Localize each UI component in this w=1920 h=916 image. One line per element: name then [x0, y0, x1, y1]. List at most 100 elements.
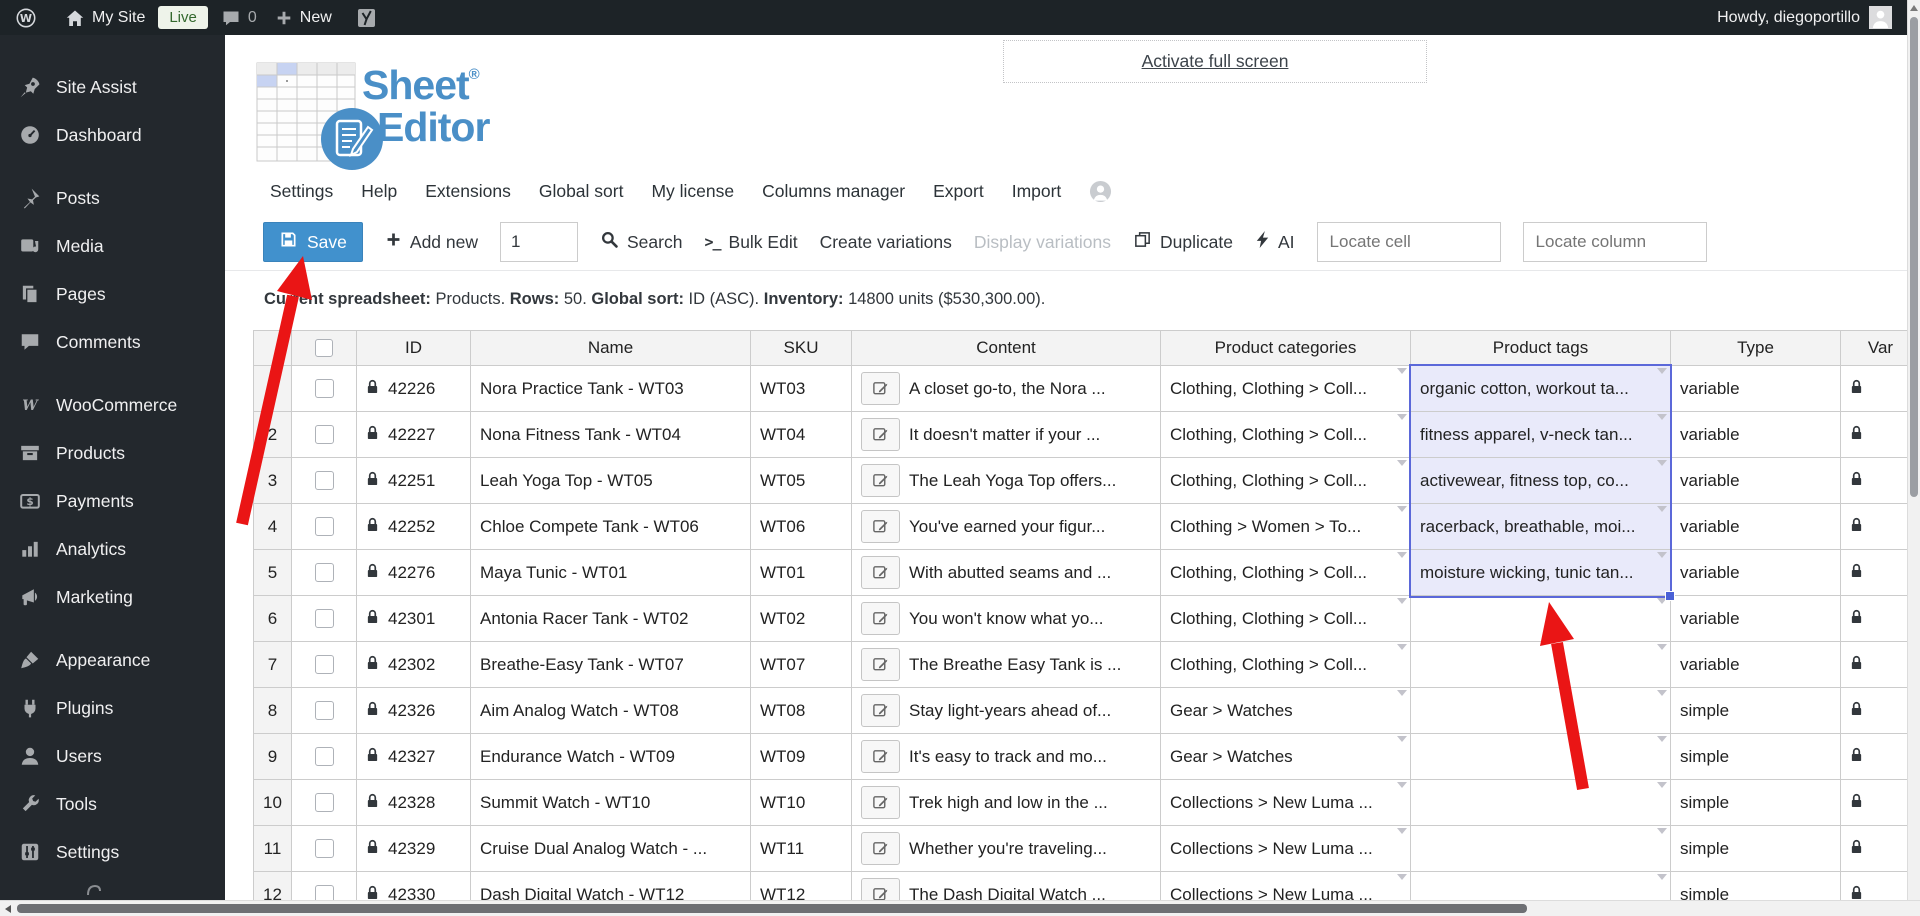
cell-name[interactable]: Endurance Watch - WT09 — [470, 733, 751, 780]
ai-button[interactable]: AI — [1255, 230, 1295, 254]
dropdown-arrow-icon[interactable] — [1657, 368, 1667, 374]
dropdown-arrow-icon[interactable] — [1397, 690, 1407, 696]
edit-content-button[interactable] — [861, 694, 900, 727]
horizontal-scrollbar[interactable] — [0, 900, 1920, 916]
cell-name[interactable]: Leah Yoga Top - WT05 — [470, 457, 751, 504]
cell-sku[interactable]: WT10 — [750, 779, 852, 826]
cell-content[interactable]: It doesn't matter if your ... — [851, 411, 1161, 458]
row-number[interactable]: 11 — [253, 825, 292, 872]
sidebar-item-products[interactable]: Products — [0, 429, 225, 477]
edit-content-button[interactable] — [861, 372, 900, 405]
dropdown-arrow-icon[interactable] — [1397, 368, 1407, 374]
cell-name[interactable]: Maya Tunic - WT01 — [470, 549, 751, 596]
row-checkbox[interactable] — [314, 517, 334, 536]
row-number[interactable]: 3 — [253, 457, 292, 504]
bulk-edit-button[interactable]: >_ Bulk Edit — [704, 232, 797, 253]
dropdown-arrow-icon[interactable] — [1657, 460, 1667, 466]
cell-id[interactable]: 42328 — [356, 779, 471, 826]
row-number[interactable]: 9 — [253, 733, 292, 780]
cell-type[interactable]: variable — [1670, 641, 1841, 688]
sidebar-item-plugins[interactable]: Plugins — [0, 684, 225, 732]
row-checkbox[interactable] — [314, 471, 334, 490]
dropdown-arrow-icon[interactable] — [1657, 598, 1667, 604]
sidebar-item-woocommerce[interactable]: W WooCommerce — [0, 381, 225, 429]
cell-tags[interactable]: organic cotton, workout ta... — [1410, 365, 1671, 412]
column-header-id[interactable]: ID — [356, 330, 471, 366]
collapse-menu-icon[interactable] — [86, 882, 102, 900]
new-menu[interactable]: New — [266, 0, 341, 35]
cell-sku[interactable]: WT05 — [750, 457, 852, 504]
row-number[interactable]: 7 — [253, 641, 292, 688]
cell-tags[interactable] — [1410, 595, 1671, 642]
sidebar-item-pages[interactable]: Pages — [0, 270, 225, 318]
account-menu[interactable]: Howdy, diegoportillo — [1717, 6, 1920, 29]
corner-header[interactable] — [253, 330, 292, 366]
sidebar-item-tools[interactable]: Tools — [0, 780, 225, 828]
plugin-menu-item-my-license[interactable]: My license — [651, 181, 734, 202]
cell-tags[interactable]: activewear, fitness top, co... — [1410, 457, 1671, 504]
edit-content-button[interactable] — [861, 648, 900, 681]
cell-content[interactable]: The Breathe Easy Tank is ... — [851, 641, 1161, 688]
cell-categories[interactable]: Collections > New Luma ... — [1160, 779, 1411, 826]
column-header-type[interactable]: Type — [1670, 330, 1841, 366]
cell-categories[interactable]: Gear > Watches — [1160, 733, 1411, 780]
row-number[interactable]: 2 — [253, 411, 292, 458]
locate-column-input[interactable] — [1522, 222, 1707, 262]
vertical-scrollbar-thumb[interactable] — [1910, 17, 1918, 497]
row-checkbox[interactable] — [314, 839, 334, 858]
cell-name[interactable]: Cruise Dual Analog Watch - ... — [470, 825, 751, 872]
horizontal-scrollbar-thumb[interactable] — [17, 904, 1527, 913]
cell-tags[interactable] — [1410, 779, 1671, 826]
sidebar-item-posts[interactable]: Posts — [0, 174, 225, 222]
cell-content[interactable]: You've earned your figur... — [851, 503, 1161, 550]
cell-tags[interactable]: fitness apparel, v-neck tan... — [1410, 411, 1671, 458]
cell-tags[interactable] — [1410, 641, 1671, 688]
cell-content[interactable]: Stay light-years ahead of... — [851, 687, 1161, 734]
edit-content-button[interactable] — [861, 832, 900, 865]
dropdown-arrow-icon[interactable] — [1657, 506, 1667, 512]
activate-fullscreen-link[interactable]: Activate full screen — [1142, 51, 1289, 72]
cell-categories[interactable]: Gear > Watches — [1160, 687, 1411, 734]
save-button[interactable]: Save — [263, 222, 363, 262]
sidebar-item-marketing[interactable]: Marketing — [0, 573, 225, 621]
locate-cell-input[interactable] — [1316, 222, 1501, 262]
cell-name[interactable]: Nona Fitness Tank - WT04 — [470, 411, 751, 458]
cell-content[interactable]: The Leah Yoga Top offers... — [851, 457, 1161, 504]
cell-sku[interactable]: WT07 — [750, 641, 852, 688]
cell-sku[interactable]: WT03 — [750, 365, 852, 412]
dropdown-arrow-icon[interactable] — [1397, 644, 1407, 650]
row-number[interactable]: 1 — [253, 365, 292, 412]
cell-categories[interactable]: Clothing > Women > To... — [1160, 503, 1411, 550]
display-variations-button[interactable]: Display variations — [974, 232, 1111, 253]
cell-name[interactable]: Aim Analog Watch - WT08 — [470, 687, 751, 734]
row-number[interactable]: 6 — [253, 595, 292, 642]
dropdown-arrow-icon[interactable] — [1657, 736, 1667, 742]
cell-type[interactable]: variable — [1670, 411, 1841, 458]
plugin-menu-item-extensions[interactable]: Extensions — [425, 181, 511, 202]
row-checkbox[interactable] — [314, 425, 334, 444]
cell-type[interactable]: variable — [1670, 457, 1841, 504]
cell-name[interactable]: Antonia Racer Tank - WT02 — [470, 595, 751, 642]
my-site-menu[interactable]: My Site — [56, 0, 154, 35]
yoast-seo-icon[interactable] — [347, 0, 387, 35]
cell-type[interactable]: simple — [1670, 733, 1841, 780]
duplicate-button[interactable]: Duplicate — [1133, 230, 1233, 254]
sidebar-item-users[interactable]: Users — [0, 732, 225, 780]
cell-name[interactable]: Nora Practice Tank - WT03 — [470, 365, 751, 412]
cell-content[interactable]: With abutted seams and ... — [851, 549, 1161, 596]
cell-id[interactable]: 42326 — [356, 687, 471, 734]
dropdown-arrow-icon[interactable] — [1397, 506, 1407, 512]
account-avatar-icon[interactable] — [1089, 180, 1112, 203]
cell-type[interactable]: simple — [1670, 779, 1841, 826]
row-checkbox[interactable] — [314, 609, 334, 628]
sidebar-item-media[interactable]: Media — [0, 222, 225, 270]
row-number[interactable]: 4 — [253, 503, 292, 550]
vertical-scrollbar[interactable] — [1907, 0, 1920, 916]
column-header-name[interactable]: Name — [470, 330, 751, 366]
dropdown-arrow-icon[interactable] — [1397, 828, 1407, 834]
scroll-up-arrow-icon[interactable] — [1910, 5, 1918, 11]
dropdown-arrow-icon[interactable] — [1657, 828, 1667, 834]
edit-content-button[interactable] — [861, 510, 900, 543]
cell-tags[interactable] — [1410, 825, 1671, 872]
dropdown-arrow-icon[interactable] — [1657, 644, 1667, 650]
